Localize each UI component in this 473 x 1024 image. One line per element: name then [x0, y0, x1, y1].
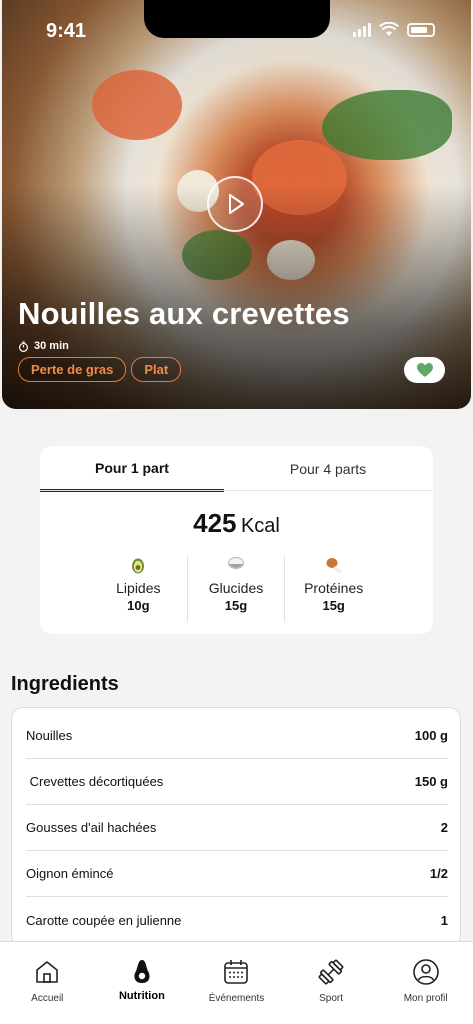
- heart-icon: [416, 363, 433, 377]
- avocado-icon: [90, 556, 187, 576]
- tabs-divider: [40, 490, 433, 491]
- recipe-tags: Perte de gras Plat: [18, 357, 182, 382]
- play-icon: [229, 194, 244, 214]
- list-item: Gousses d'ail hachées 2: [26, 805, 448, 851]
- list-item: Carotte coupée en julienne 1: [26, 897, 448, 943]
- timer-icon: [18, 341, 29, 352]
- macro-value: 15g: [322, 598, 345, 613]
- ingredient-quantity: 1/2: [429, 866, 448, 881]
- macro-label: Protéines: [304, 580, 364, 596]
- ingredient-quantity: 1: [440, 912, 448, 928]
- nav-evenements[interactable]: Événements: [189, 942, 284, 1024]
- tab-4-parts[interactable]: Pour 4 parts: [236, 446, 420, 492]
- avocado-icon: [134, 960, 150, 983]
- nav-mon-profil[interactable]: Mon profil: [378, 942, 473, 1024]
- macro-label: Lipides: [116, 580, 161, 596]
- status-bar: 9:41: [0, 0, 473, 60]
- list-item: Crevettes décortiquées 150 g: [26, 759, 448, 805]
- tag-perte-de-gras[interactable]: Perte de gras: [18, 357, 127, 382]
- nav-label: Mon profil: [403, 993, 448, 1004]
- home-icon: [36, 961, 59, 983]
- macro-lipides: Lipides 10g: [90, 556, 187, 622]
- ingredient-name: Oignon émincé: [26, 866, 114, 881]
- dumbbell-icon: [318, 959, 344, 985]
- ingredient-name: Carotte coupée en julienne: [26, 912, 182, 928]
- calendar-icon: [224, 960, 249, 984]
- nav-label: Sport: [319, 993, 344, 1004]
- status-time: 9:41: [46, 20, 87, 42]
- nav-sport[interactable]: Sport: [284, 942, 379, 1024]
- wifi-icon: [379, 22, 399, 36]
- nav-label: Nutrition: [118, 990, 165, 1002]
- nav-nutrition[interactable]: Nutrition: [95, 942, 190, 1024]
- play-video-button[interactable]: [207, 176, 263, 232]
- nav-label: Accueil: [31, 993, 64, 1004]
- ingredient-quantity: 150 g: [414, 774, 448, 789]
- favorite-button[interactable]: [404, 357, 445, 383]
- signal-icon: [353, 22, 371, 37]
- ingredient-name: Crevettes décortiquées: [26, 774, 164, 789]
- drumstick-icon: [285, 556, 382, 576]
- tab-1-part[interactable]: Pour 1 part: [40, 446, 224, 492]
- macro-proteines: Protéines 15g: [284, 556, 382, 622]
- list-item: Nouilles 100 g: [26, 713, 448, 759]
- duration-text: 30 min: [34, 340, 69, 352]
- portion-tabs: Pour 1 part Pour 4 parts: [40, 446, 433, 492]
- rice-icon: [188, 556, 285, 576]
- profile-icon: [412, 959, 439, 985]
- macro-value: 10g: [127, 598, 150, 613]
- recipe-duration: 30 min: [18, 340, 69, 352]
- ingredients-list: Nouilles 100 g Crevettes décortiquées 15…: [11, 707, 461, 947]
- list-item: Oignon émincé 1/2: [26, 851, 448, 897]
- ingredient-name: Gousses d'ail hachées: [26, 820, 157, 835]
- macro-glucides: Glucides 15g: [186, 556, 285, 622]
- ingredient-name: Nouilles: [26, 728, 73, 743]
- calories-unit: Kcal: [240, 515, 280, 537]
- calories-value: 425: [193, 508, 237, 538]
- bottom-navigation: Accueil Nutrition Événements Sport Mon p…: [0, 941, 473, 1024]
- recipe-title: Nouilles aux crevettes: [18, 296, 350, 331]
- nutrition-card: Pour 1 part Pour 4 parts 425 Kcal Lipide…: [40, 446, 433, 634]
- battery-icon: [407, 22, 435, 37]
- nav-label: Événements: [208, 993, 265, 1004]
- ingredients-title: Ingredients: [11, 673, 119, 695]
- ingredient-quantity: 2: [440, 820, 448, 835]
- macro-value: 15g: [224, 598, 248, 613]
- tag-plat[interactable]: Plat: [131, 357, 182, 382]
- ingredient-quantity: 100 g: [414, 728, 448, 743]
- nav-accueil[interactable]: Accueil: [0, 942, 95, 1024]
- macro-label: Glucides: [208, 580, 264, 596]
- macros-row: Lipides 10g Glucides 15g Protéines 15g: [90, 556, 382, 622]
- calories: 425 Kcal: [40, 508, 433, 539]
